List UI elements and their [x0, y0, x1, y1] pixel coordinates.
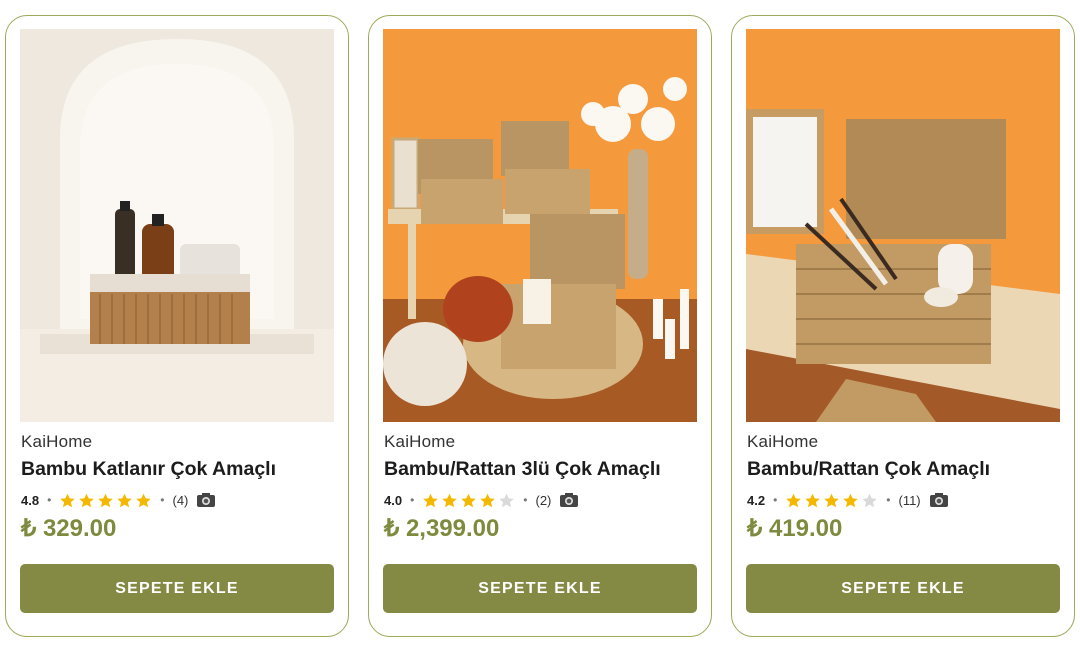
- star-filled-icon: [98, 493, 114, 507]
- product-image[interactable]: [20, 29, 334, 422]
- add-to-cart-button[interactable]: SEPETE EKLE: [383, 564, 697, 613]
- product-image[interactable]: [383, 29, 697, 422]
- review-count[interactable]: (4): [172, 493, 188, 508]
- product-price: ₺ 329.00: [21, 515, 117, 542]
- separator-dot: •: [523, 493, 528, 507]
- rattan-basket-photo-icon: [746, 29, 1060, 422]
- star-filled-icon: [136, 493, 152, 507]
- star-filled-icon: [843, 493, 859, 507]
- star-filled-icon: [805, 493, 821, 507]
- rattan-baskets-photo-icon: [383, 29, 697, 422]
- product-brand: KaiHome: [747, 432, 819, 451]
- star-empty-icon: [862, 493, 878, 507]
- add-to-cart-button[interactable]: SEPETE EKLE: [746, 564, 1060, 613]
- star-filled-icon: [423, 493, 439, 507]
- star-filled-icon: [117, 493, 133, 507]
- star-filled-icon: [824, 493, 840, 507]
- product-title[interactable]: Bambu/Rattan 3lü Çok Amaçlı: [384, 458, 661, 481]
- product-title[interactable]: Bambu Katlanır Çok Amaçlı: [21, 458, 276, 481]
- separator-dot: •: [410, 493, 415, 507]
- product-card[interactable]: KaiHome Bambu Katlanır Çok Amaçlı 4.8 • …: [5, 15, 349, 637]
- rating-stars: [59, 492, 152, 509]
- rating-stars: [422, 492, 515, 509]
- rating-score: 4.2: [747, 492, 766, 508]
- product-price: ₺ 2,399.00: [384, 515, 500, 542]
- star-filled-icon: [442, 493, 458, 507]
- bamboo-basket-photo-icon: [20, 29, 334, 422]
- product-card[interactable]: KaiHome Bambu/Rattan 3lü Çok Amaçlı 4.0 …: [368, 15, 712, 637]
- separator-dot: •: [886, 493, 891, 507]
- product-rating: 4.2 • • (11): [747, 491, 949, 509]
- star-filled-icon: [60, 493, 76, 507]
- rating-score: 4.0: [384, 492, 403, 508]
- star-filled-icon: [79, 493, 95, 507]
- star-filled-icon: [786, 493, 802, 507]
- star-filled-icon: [480, 493, 496, 507]
- product-brand: KaiHome: [384, 432, 456, 451]
- separator-dot: •: [47, 493, 52, 507]
- review-count[interactable]: (2): [535, 493, 551, 508]
- product-brand: KaiHome: [21, 432, 93, 451]
- product-image[interactable]: [746, 29, 1060, 422]
- star-filled-icon: [461, 493, 477, 507]
- review-count[interactable]: (11): [898, 493, 920, 508]
- product-price: ₺ 419.00: [747, 515, 843, 542]
- star-empty-icon: [499, 493, 515, 507]
- add-to-cart-button[interactable]: SEPETE EKLE: [20, 564, 334, 613]
- separator-dot: •: [160, 493, 165, 507]
- separator-dot: •: [773, 493, 778, 507]
- rating-score: 4.8: [21, 492, 40, 508]
- product-grid: KaiHome Bambu Katlanır Çok Amaçlı 4.8 • …: [0, 0, 1080, 648]
- product-title[interactable]: Bambu/Rattan Çok Amaçlı: [747, 458, 990, 481]
- product-rating: 4.8 • • (4): [21, 491, 216, 509]
- camera-icon: [560, 493, 579, 507]
- product-rating: 4.0 • • (2): [384, 491, 579, 509]
- camera-icon: [197, 493, 216, 507]
- product-card[interactable]: KaiHome Bambu/Rattan Çok Amaçlı 4.2 • • …: [731, 15, 1075, 637]
- camera-icon: [929, 493, 948, 507]
- rating-stars: [785, 492, 878, 509]
